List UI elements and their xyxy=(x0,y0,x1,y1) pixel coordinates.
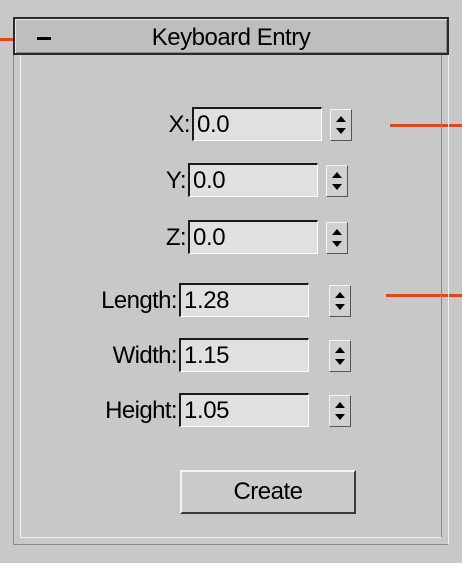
z-spinner[interactable] xyxy=(326,222,348,254)
spinner-down-arrow-icon[interactable] xyxy=(335,304,345,310)
z-field[interactable] xyxy=(188,220,318,254)
height-field[interactable] xyxy=(179,393,309,427)
spinner-up-arrow-icon[interactable] xyxy=(335,292,345,298)
spinner-down-arrow-icon[interactable] xyxy=(335,359,345,365)
height-spinner[interactable] xyxy=(329,395,351,427)
spinner-up-arrow-icon[interactable] xyxy=(335,347,345,353)
spinner-down-arrow-icon[interactable] xyxy=(336,128,346,134)
spinner-down-arrow-icon[interactable] xyxy=(335,414,345,420)
spinner-down-arrow-icon[interactable] xyxy=(332,241,342,247)
x-spinner[interactable] xyxy=(330,109,352,141)
y-label: Y: xyxy=(165,167,187,194)
spinner-up-arrow-icon[interactable] xyxy=(335,402,345,408)
height-label: Height: xyxy=(105,397,177,424)
width-field[interactable] xyxy=(179,338,309,372)
y-spinner[interactable] xyxy=(326,165,348,197)
spinner-down-arrow-icon[interactable] xyxy=(332,184,342,190)
length-field[interactable] xyxy=(179,283,309,317)
length-spinner[interactable] xyxy=(329,285,351,317)
rollout-title: Keyboard Entry xyxy=(151,24,311,51)
rollout-header[interactable]: Keyboard Entry xyxy=(13,17,449,55)
length-label: Length: xyxy=(101,287,177,314)
width-spinner[interactable] xyxy=(329,340,351,372)
x-field[interactable] xyxy=(192,107,322,141)
spinner-up-arrow-icon[interactable] xyxy=(332,229,342,235)
y-field[interactable] xyxy=(188,163,318,197)
x-label: X: xyxy=(168,111,191,138)
spinner-up-arrow-icon[interactable] xyxy=(336,116,346,122)
create-button[interactable]: Create xyxy=(180,470,356,514)
width-label: Width: xyxy=(112,342,178,369)
z-label: Z: xyxy=(165,224,187,251)
spinner-up-arrow-icon[interactable] xyxy=(332,172,342,178)
